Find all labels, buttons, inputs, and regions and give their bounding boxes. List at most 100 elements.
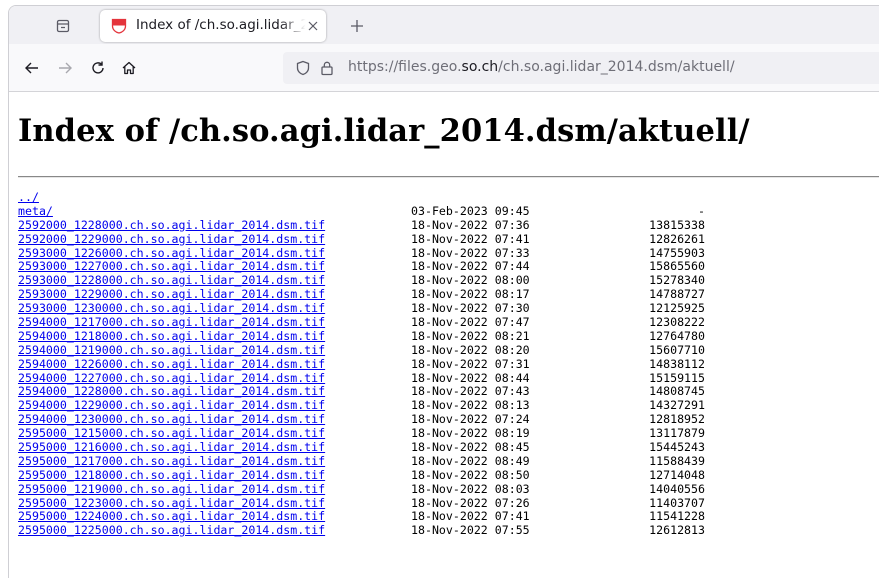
tab-close-button[interactable] (305, 18, 321, 34)
file-size: 11403707 (649, 495, 705, 510)
file-size: 13815338 (649, 217, 705, 232)
file-size: 12714048 (649, 467, 705, 482)
file-row: 2593000_1230000.ch.so.agi.lidar_2014.dsm… (18, 301, 705, 316)
file-link[interactable]: 2594000_1219000.ch.so.agi.lidar_2014.dsm… (18, 343, 325, 357)
file-date: 18-Nov-2022 07:55 (411, 523, 530, 538)
file-size: 15865560 (649, 259, 705, 274)
url-text[interactable]: https://files.geo.so.ch/ch.so.agi.lidar_… (348, 59, 735, 75)
address-bar[interactable]: https://files.geo.so.ch/ch.so.agi.lidar_… (283, 52, 879, 84)
file-link[interactable]: 2595000_1218000.ch.so.agi.lidar_2014.dsm… (18, 468, 325, 482)
file-row: 2594000_1228000.ch.so.agi.lidar_2014.dsm… (18, 384, 705, 399)
file-date: 18-Nov-2022 08:00 (411, 273, 530, 288)
file-date: 18-Nov-2022 08:44 (411, 370, 530, 385)
back-button[interactable] (20, 56, 44, 80)
file-link[interactable]: 2593000_1226000.ch.so.agi.lidar_2014.dsm… (18, 246, 325, 260)
file-date: 18-Nov-2022 08:45 (411, 440, 530, 455)
file-size: 12125925 (649, 301, 705, 316)
file-row: 2593000_1228000.ch.so.agi.lidar_2014.dsm… (18, 273, 705, 288)
file-date: 18-Nov-2022 07:26 (411, 495, 530, 510)
file-size: 12826261 (649, 231, 705, 246)
file-row: 2594000_1226000.ch.so.agi.lidar_2014.dsm… (18, 357, 705, 372)
file-date: 18-Nov-2022 08:17 (411, 287, 530, 302)
file-date: 18-Nov-2022 08:50 (411, 467, 530, 482)
file-row: 2595000_1219000.ch.so.agi.lidar_2014.dsm… (18, 482, 705, 497)
home-button[interactable] (117, 56, 141, 80)
file-link[interactable]: 2592000_1229000.ch.so.agi.lidar_2014.dsm… (18, 232, 325, 246)
file-size: - (698, 203, 705, 218)
tab-active[interactable]: Index of /ch.so.agi.lidar_2014.dsm/aktue… (100, 10, 326, 42)
file-size: 11588439 (649, 453, 705, 468)
file-link[interactable]: 2594000_1230000.ch.so.agi.lidar_2014.dsm… (18, 412, 325, 426)
file-link[interactable]: 2594000_1218000.ch.so.agi.lidar_2014.dsm… (18, 329, 325, 343)
file-link[interactable]: 2593000_1230000.ch.so.agi.lidar_2014.dsm… (18, 301, 325, 315)
page-title: Index of /ch.so.agi.lidar_2014.dsm/aktue… (18, 113, 750, 149)
file-size: 12612813 (649, 523, 705, 538)
file-size: 12818952 (649, 412, 705, 427)
lock-icon[interactable] (319, 60, 335, 76)
file-row: 2594000_1230000.ch.so.agi.lidar_2014.dsm… (18, 412, 705, 427)
new-tab-button[interactable] (346, 15, 368, 37)
file-link[interactable]: 2594000_1226000.ch.so.agi.lidar_2014.dsm… (18, 357, 325, 371)
reload-button[interactable] (86, 56, 110, 80)
url-prefix: https://files.geo. (348, 59, 462, 75)
file-row: 2595000_1218000.ch.so.agi.lidar_2014.dsm… (18, 468, 705, 483)
file-link[interactable]: 2594000_1229000.ch.so.agi.lidar_2014.dsm… (18, 398, 325, 412)
close-icon (308, 21, 318, 31)
file-date: 18-Nov-2022 07:41 (411, 231, 530, 246)
file-size: 15159115 (649, 370, 705, 385)
file-size: 15278340 (649, 273, 705, 288)
file-link[interactable]: 2595000_1223000.ch.so.agi.lidar_2014.dsm… (18, 496, 325, 510)
file-link[interactable]: 2593000_1227000.ch.so.agi.lidar_2014.dsm… (18, 259, 325, 274)
tab-list-icon (56, 19, 70, 33)
file-date: 18-Nov-2022 08:19 (411, 426, 530, 441)
file-size: 15607710 (649, 342, 705, 357)
file-link[interactable]: 2593000_1229000.ch.so.agi.lidar_2014.dsm… (18, 287, 325, 301)
arrow-right-icon (59, 62, 72, 74)
file-size: 13117879 (649, 426, 705, 441)
file-link[interactable]: 2594000_1217000.ch.so.agi.lidar_2014.dsm… (18, 315, 325, 329)
file-row: 2594000_1229000.ch.so.agi.lidar_2014.dsm… (18, 398, 705, 413)
file-size: 14838112 (649, 356, 705, 371)
file-row: 2593000_1229000.ch.so.agi.lidar_2014.dsm… (18, 287, 705, 302)
file-link[interactable]: 2594000_1228000.ch.so.agi.lidar_2014.dsm… (18, 384, 325, 399)
file-link[interactable]: 2592000_1228000.ch.so.agi.lidar_2014.dsm… (18, 218, 325, 232)
file-date: 18-Nov-2022 08:49 (411, 453, 530, 468)
file-link[interactable]: 2595000_1216000.ch.so.agi.lidar_2014.dsm… (18, 440, 325, 454)
page-content: Index of /ch.so.agi.lidar_2014.dsm/aktue… (9, 92, 879, 578)
url-host: so.ch (461, 59, 499, 75)
file-date: 18-Nov-2022 08:21 (411, 328, 530, 343)
file-size: 11541228 (649, 509, 705, 524)
file-size: 14808745 (649, 384, 705, 399)
reload-icon (92, 61, 104, 74)
file-row: 2595000_1217000.ch.so.agi.lidar_2014.dsm… (18, 454, 705, 469)
file-date: 18-Nov-2022 07:44 (411, 259, 530, 274)
file-size: 15445243 (649, 440, 705, 455)
tab-strip: Index of /ch.so.agi.lidar_2014.dsm/aktue… (9, 6, 879, 44)
shield-icon[interactable] (295, 60, 311, 76)
file-row: 2593000_1227000.ch.so.agi.lidar_2014.dsm… (18, 259, 705, 274)
file-row: 2595000_1225000.ch.so.agi.lidar_2014.dsm… (18, 523, 705, 538)
file-size: 12308222 (649, 315, 705, 330)
file-size: 14788727 (649, 287, 705, 302)
file-date: 03-Feb-2023 09:45 (411, 203, 530, 218)
file-link[interactable]: 2595000_1215000.ch.so.agi.lidar_2014.dsm… (18, 426, 325, 440)
arrow-left-icon (25, 62, 38, 74)
file-row: 2595000_1216000.ch.so.agi.lidar_2014.dsm… (18, 440, 705, 455)
file-link[interactable]: 2593000_1228000.ch.so.agi.lidar_2014.dsm… (18, 273, 325, 287)
file-link[interactable]: 2594000_1227000.ch.so.agi.lidar_2014.dsm… (18, 371, 325, 385)
file-row: 2592000_1229000.ch.so.agi.lidar_2014.dsm… (18, 232, 705, 247)
file-link[interactable]: 2595000_1225000.ch.so.agi.lidar_2014.dsm… (18, 523, 325, 537)
file-date: 18-Nov-2022 07:43 (411, 384, 530, 399)
file-link[interactable]: meta/ (18, 204, 53, 218)
file-row: meta/03-Feb-2023 09:45 - (18, 204, 705, 219)
file-link[interactable]: 2595000_1217000.ch.so.agi.lidar_2014.dsm… (18, 454, 325, 468)
file-link[interactable]: 2595000_1224000.ch.so.agi.lidar_2014.dsm… (18, 509, 325, 524)
forward-button[interactable] (53, 56, 77, 80)
file-date: 18-Nov-2022 08:20 (411, 342, 530, 357)
plus-icon (351, 20, 363, 32)
file-link[interactable]: ../ (18, 190, 39, 204)
tab-list-button[interactable] (52, 15, 74, 37)
file-row: 2592000_1228000.ch.so.agi.lidar_2014.dsm… (18, 218, 705, 233)
file-link[interactable]: 2595000_1219000.ch.so.agi.lidar_2014.dsm… (18, 482, 325, 496)
file-size: 14327291 (649, 398, 705, 413)
